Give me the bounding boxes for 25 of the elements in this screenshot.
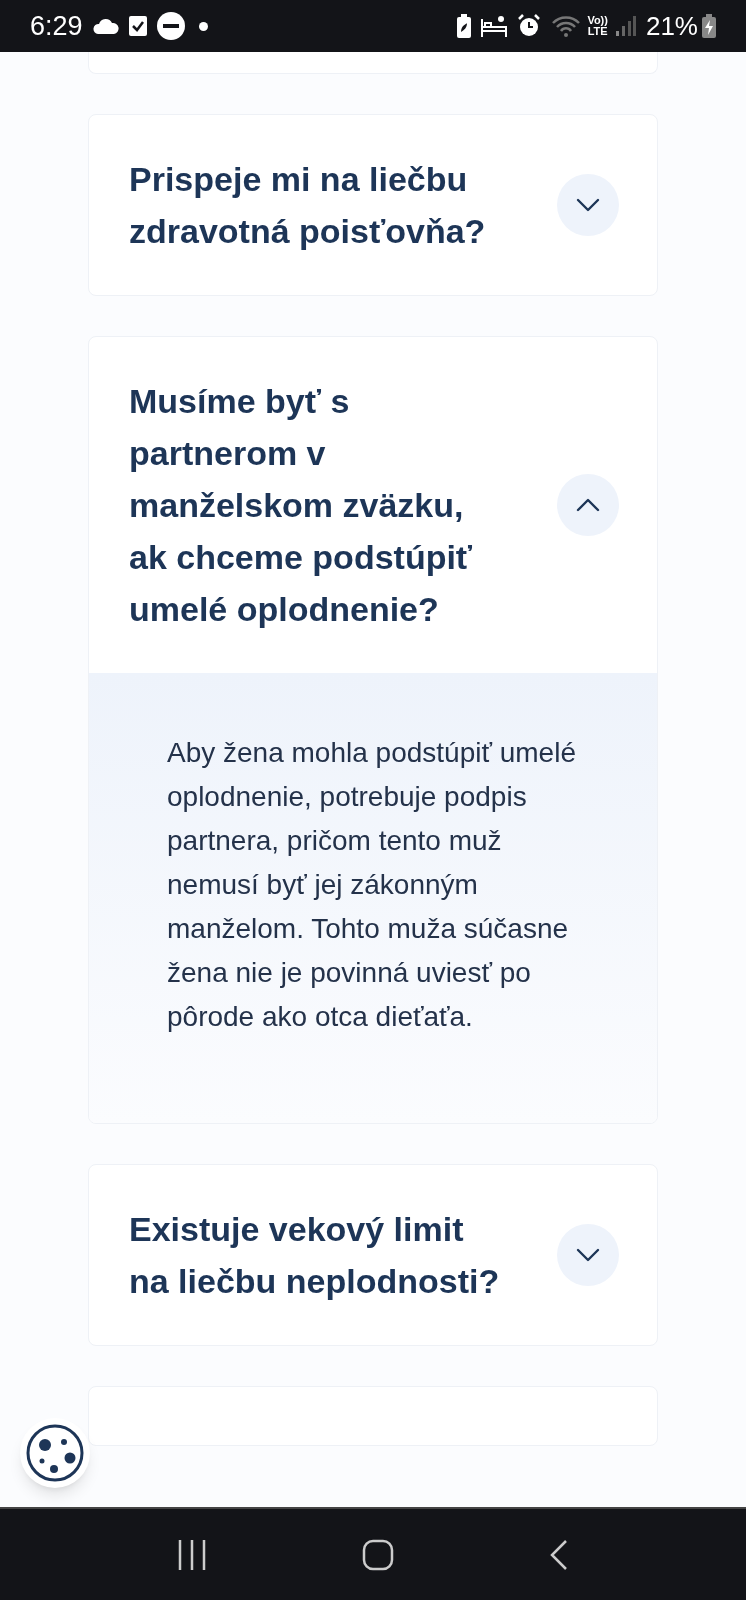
alarm-icon xyxy=(517,14,542,38)
faq-question[interactable]: Musíme byť s partnerom v manželskom zväzku, ak chceme podstúpiť umelé oplodnenie? xyxy=(129,375,509,635)
do-not-disturb-icon xyxy=(156,12,185,40)
checkbox-icon xyxy=(128,16,147,36)
battery-charging-icon xyxy=(702,14,716,38)
volte-label: Vo)) xyxy=(587,15,608,26)
home-icon[interactable] xyxy=(362,1538,394,1571)
chevron-down-icon xyxy=(576,1248,600,1262)
chevron-up-icon xyxy=(576,498,600,512)
battery-percent: 21% xyxy=(645,9,698,43)
dot-icon xyxy=(198,21,208,31)
bed-icon xyxy=(481,15,508,37)
cookie-icon xyxy=(26,1424,84,1482)
faq-question[interactable]: Prispeje mi na liečbu zdravotná poisťovňa? xyxy=(129,153,509,257)
wifi-icon xyxy=(551,15,582,37)
faq-answer: Aby žena mohla podstúpiť umelé oplodnenie, potrebuje podpis partnera, pričom tento muž nemusí byť jej zákonným manželom. Tohto muža súčasne žena nie je povinná uviesť po pôrode ako otca dieťaťa. xyxy=(167,736,577,1034)
recent-apps-icon[interactable] xyxy=(177,1539,208,1570)
signal-icon xyxy=(615,16,636,36)
battery-saver-icon xyxy=(457,14,472,38)
status-time: 6:29 xyxy=(30,9,83,43)
back-icon[interactable] xyxy=(548,1538,569,1571)
lte-label: LTE xyxy=(587,26,608,37)
cloud-icon xyxy=(92,18,119,34)
faq-question[interactable]: Existuje vekový limit na liečbu neplodnosti? xyxy=(129,1203,509,1307)
chevron-down-icon xyxy=(576,198,600,212)
